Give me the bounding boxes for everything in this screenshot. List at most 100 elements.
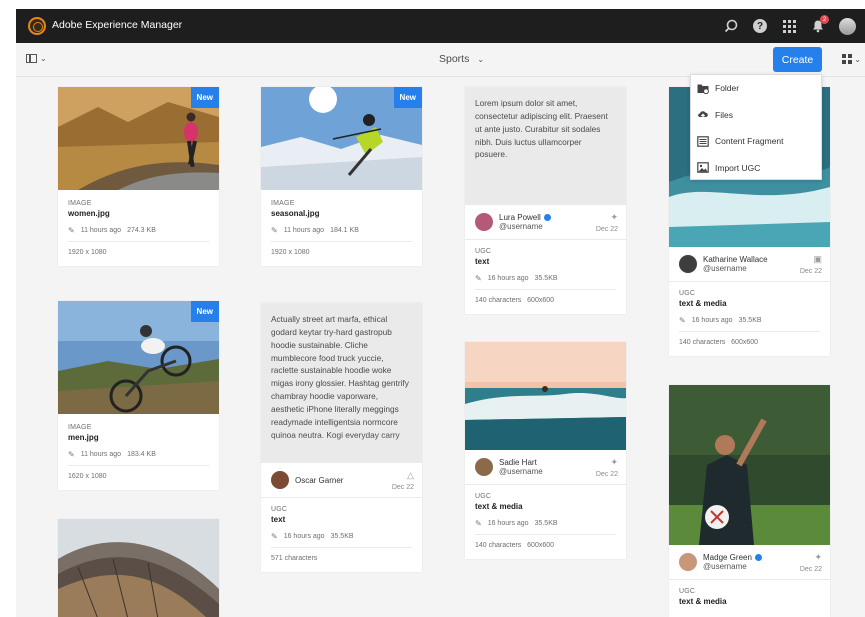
create-button[interactable]: Create: [773, 47, 822, 72]
menu-item-label: Content Fragment: [715, 136, 784, 147]
import-icon: [697, 162, 709, 174]
source-info: ✦ Dec 22: [596, 457, 618, 478]
ugc-text-preview: Lorem ipsum dolor sit amet, consectetur …: [465, 87, 626, 205]
author-username: @username: [499, 467, 543, 476]
app-window: Adobe Experience Manager ? 2 ⌄ Sports ⌄ …: [16, 9, 865, 617]
twitter-icon: ✦: [814, 552, 822, 562]
menu-item-import-ugc[interactable]: Import UGC: [691, 155, 821, 182]
pencil-icon: ✎: [68, 226, 75, 235]
asset-dimensions: 140 characters 600x600: [475, 542, 555, 549]
author-name: Sadie Hart: [499, 458, 537, 467]
author-avatar: [475, 458, 493, 476]
asset-info-row: ✎ 16 hours ago 35.5KB: [475, 266, 616, 290]
solutions-button[interactable]: [779, 16, 799, 36]
asset-name: seasonal.jpg: [271, 209, 320, 218]
author-username: @username: [499, 222, 543, 231]
card-view-icon: [842, 54, 853, 64]
asset-card-seasonal[interactable]: New IMAGE seasonal.jpg ✎ 11 hours ago 18…: [261, 87, 422, 266]
modified-time: 11 hours ago: [283, 227, 325, 234]
file-size: 35.5KB: [330, 533, 354, 540]
breadcrumb-label: Sports: [439, 53, 470, 65]
chevron-down-icon: ⌄: [854, 54, 861, 64]
ugc-card-oscar[interactable]: Actually street art marfa, ethical godar…: [261, 303, 422, 572]
breadcrumb[interactable]: Sports ⌄: [439, 53, 484, 65]
author-name: Madge Green: [703, 553, 762, 562]
notifications-button[interactable]: 2: [808, 15, 829, 36]
action-bar: ⌄ Sports ⌄ Create ⌄: [16, 43, 865, 77]
help-icon: ?: [753, 19, 767, 33]
asset-type: IMAGE: [68, 200, 92, 207]
author-username: @username: [703, 562, 747, 571]
file-size: 35.5KB: [738, 317, 762, 324]
aem-logo-icon[interactable]: [28, 17, 46, 35]
asset-thumbnail: New: [58, 301, 219, 414]
twitter-icon: ✦: [610, 457, 618, 467]
new-badge: New: [190, 301, 219, 322]
menu-item-label: Import UGC: [715, 162, 761, 173]
author-avatar: [271, 471, 289, 489]
modified-time: 16 hours ago: [691, 317, 733, 324]
asset-name: men.jpg: [68, 433, 99, 442]
asset-info-row: ✎ 16 hours ago 35.5KB: [271, 524, 412, 548]
menu-item-files[interactable]: Files: [691, 102, 821, 129]
menu-item-content-fragment[interactable]: Content Fragment: [691, 128, 821, 155]
asset-type: UGC: [679, 290, 696, 297]
asset-thumbnail: [669, 385, 830, 545]
author-username: @username: [703, 264, 747, 273]
post-date: Dec 22: [595, 226, 618, 233]
card-meta: IMAGE seasonal.jpg ✎ 11 hours ago 184.1 …: [261, 190, 422, 266]
author-avatar: [475, 213, 493, 231]
asset-thumbnail: New: [58, 87, 219, 190]
author-name: Lura Powell: [499, 213, 551, 222]
asset-card-men[interactable]: New IMAGE men.jpg ✎ 11 hours ago 183.4 K…: [58, 301, 219, 490]
ugc-text: Lorem ipsum dolor sit amet, consectetur …: [475, 98, 608, 160]
pencil-icon: ✎: [271, 226, 278, 235]
global-header: Adobe Experience Manager ? 2: [16, 9, 865, 43]
ugc-card-lura[interactable]: Lorem ipsum dolor sit amet, consectetur …: [465, 87, 626, 314]
asset-info-row: ✎ 11 hours ago 184.1 KB: [271, 218, 412, 242]
card-meta: UGC text & media ✎ 16 hours ago 35.5KB 1…: [669, 282, 830, 356]
asset-type: IMAGE: [271, 200, 295, 207]
asset-type: IMAGE: [68, 424, 92, 431]
post-date: Dec 22: [799, 566, 822, 573]
card-meta: UGC text ✎ 16 hours ago 35.5KB 571 chara…: [261, 498, 422, 572]
app-title[interactable]: Adobe Experience Manager: [52, 19, 182, 31]
pencil-icon: ✎: [475, 274, 482, 283]
card-meta: IMAGE women.jpg ✎ 11 hours ago 274.3 KB …: [58, 190, 219, 266]
ugc-card-madge[interactable]: Madge Green @username ✦ Dec 22 UGC text …: [669, 385, 830, 617]
asset-type: UGC: [475, 248, 492, 255]
asset-info-row: ✎ 16 hours ago 35.5KB: [679, 308, 820, 332]
view-switcher-button[interactable]: ⌄: [842, 54, 861, 64]
user-profile-button[interactable]: [837, 16, 857, 36]
asset-card-women[interactable]: New IMAGE women.jpg ✎ 11 hours ago 274.3…: [58, 87, 219, 266]
menu-item-folder[interactable]: Folder: [691, 75, 821, 102]
asset-dimensions: 1920 x 1080: [271, 249, 310, 256]
asset-dimensions: 1620 x 1080: [68, 473, 107, 480]
card-meta: IMAGE men.jpg ✎ 11 hours ago 183.4 KB 16…: [58, 414, 219, 490]
card-meta: UGC text ✎ 16 hours ago 35.5KB 140 chara…: [465, 240, 626, 314]
help-button[interactable]: ?: [750, 16, 770, 36]
asset-name: text & media: [679, 597, 727, 606]
asset-thumbnail: New: [261, 87, 422, 190]
character-count: 571 characters: [271, 555, 318, 562]
folder-icon: [697, 82, 709, 94]
ugc-card-sadie[interactable]: Sadie Hart @username ✦ Dec 22 UGC text &…: [465, 342, 626, 559]
asset-type: UGC: [475, 493, 492, 500]
asset-type: UGC: [679, 588, 696, 595]
menu-item-label: Folder: [715, 83, 740, 94]
asset-name: women.jpg: [68, 209, 110, 218]
verified-icon: [543, 214, 551, 222]
side-panel-icon: [26, 54, 37, 63]
flame-icon: △: [407, 470, 414, 480]
rail-toggle-button[interactable]: ⌄: [26, 54, 47, 63]
post-date: Dec 22: [391, 484, 414, 491]
asset-card-stadium[interactable]: [58, 519, 219, 617]
pencil-icon: ✎: [271, 532, 278, 541]
search-button[interactable]: [721, 16, 741, 36]
modified-time: 11 hours ago: [80, 451, 122, 458]
author-row: Lura Powell @username ✦ Dec 22: [465, 205, 626, 240]
file-size: 183.4 KB: [127, 451, 156, 458]
ugc-text: Actually street art marfa, ethical godar…: [271, 314, 409, 440]
source-info: ✦ Dec 22: [800, 552, 822, 573]
app-grid-icon: [782, 19, 796, 33]
